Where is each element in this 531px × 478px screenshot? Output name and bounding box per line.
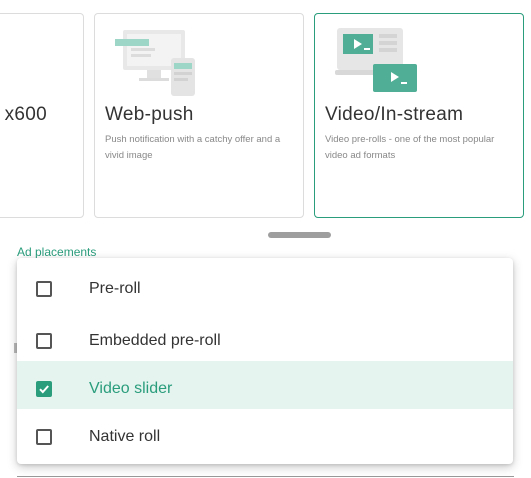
card-title: x600 (4, 104, 47, 125)
option-label: Embedded pre-roll (89, 331, 221, 349)
option-pre-roll[interactable]: Pre-roll (17, 258, 513, 313)
option-video-slider[interactable]: Video slider (17, 361, 513, 409)
webpush-illustration-icon (115, 30, 195, 96)
option-label: Native roll (89, 427, 161, 445)
field-underline (17, 476, 514, 477)
card-title: Web-push (105, 104, 194, 125)
format-card-webpush[interactable]: Web-push Push notification with a catchy… (94, 13, 304, 218)
checkbox-check-icon (39, 384, 49, 393)
checkbox[interactable] (36, 428, 52, 445)
checkbox-checked[interactable] (36, 380, 52, 397)
card-description: Video pre-rolls - one of the most popula… (325, 134, 495, 161)
carousel-scrollbar[interactable] (268, 232, 331, 238)
video-illustration-icon (335, 28, 417, 92)
option-label: Video slider (89, 379, 173, 397)
card-title: Video/In-stream (325, 104, 464, 125)
checkbox[interactable] (36, 332, 52, 349)
option-native-roll[interactable]: Native roll (17, 409, 513, 457)
option-embedded-pre-roll[interactable]: Embedded pre-roll (17, 313, 513, 361)
format-card-video[interactable]: Video/In-stream Video pre-rolls - one of… (314, 13, 524, 218)
ad-placements-dropdown: Pre-roll Embedded pre-roll Video slider … (17, 258, 513, 464)
ad-placements-label: Ad placements (17, 245, 97, 259)
checkbox[interactable] (36, 281, 52, 297)
card-description: Push notification with a catchy offer an… (105, 134, 281, 161)
option-label: Pre-roll (89, 280, 141, 297)
format-card-banner[interactable]: x600 (0, 13, 84, 218)
